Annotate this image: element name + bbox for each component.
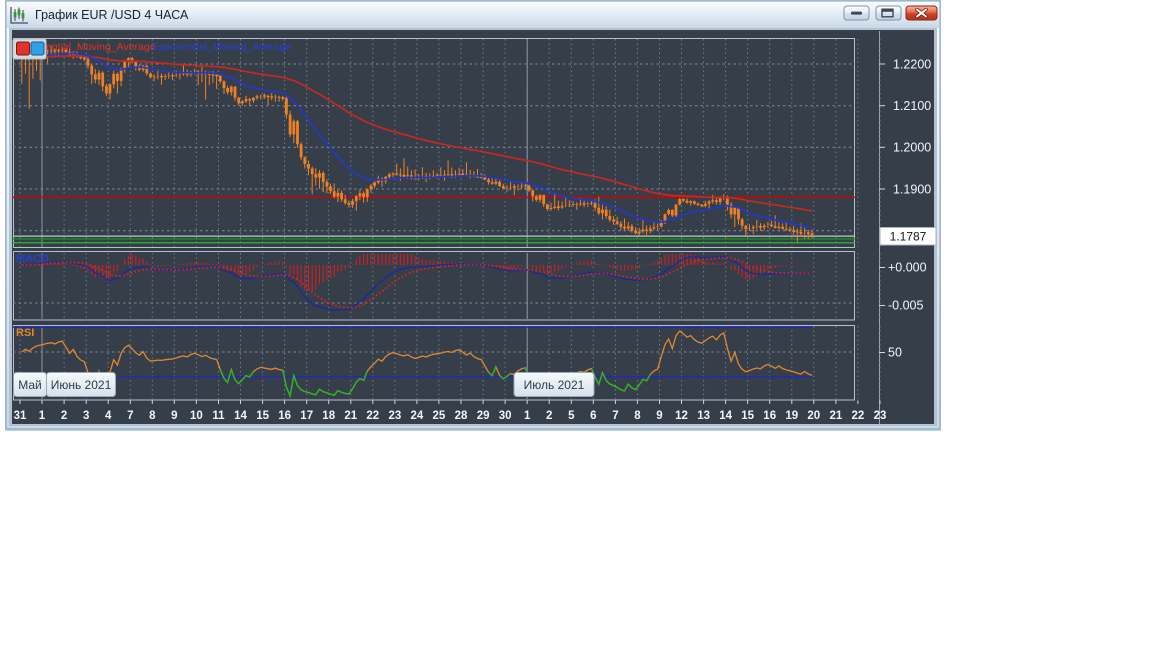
chart-background[interactable] — [12, 30, 934, 424]
time-axis-label: 19 — [785, 410, 798, 422]
time-axis-label: 16 — [278, 410, 291, 422]
rsi-axis-label: 50 — [888, 346, 902, 360]
app-window-canvas: График EUR /USD 4 ЧАСА 31 1 2 3 4 7 8 9 … — [5, 0, 941, 431]
month-marker-label: Май — [18, 378, 42, 392]
time-axis-label: 31 — [14, 410, 27, 422]
time-axis-label: 1 — [39, 410, 46, 422]
price-label: 1.2000 — [893, 141, 931, 155]
month-marker-label: Июнь 2021 — [51, 378, 112, 392]
price-label: 1.1900 — [893, 183, 931, 197]
time-axis-label: 30 — [499, 410, 512, 422]
time-axis-label: 7 — [127, 410, 133, 422]
time-axis-label: 2 — [61, 410, 67, 422]
time-axis-label: 13 — [697, 410, 710, 422]
time-axis-label: 12 — [675, 410, 688, 422]
time-axis-label: 16 — [763, 410, 776, 422]
time-axis-label: 25 — [433, 410, 446, 422]
time-axis-label: 5 — [568, 410, 575, 422]
time-axis-label: 21 — [344, 410, 357, 422]
month-marker-label: Июль 2021 — [524, 378, 585, 392]
time-axis-label: 24 — [411, 410, 424, 422]
macd-axis-label: -0.005 — [888, 299, 923, 313]
time-axis-label: 29 — [477, 410, 490, 422]
current-price-value: 1.1787 — [890, 230, 927, 244]
macd-axis-label: +0.000 — [888, 261, 927, 275]
desktop-background: График EUR /USD 4 ЧАСА 31 1 2 3 4 7 8 9 … — [0, 0, 1152, 648]
time-axis-label: 15 — [741, 410, 754, 422]
time-axis-label: 23 — [389, 410, 402, 422]
time-axis-label: 8 — [149, 410, 156, 422]
time-axis-label: 7 — [612, 410, 618, 422]
time-axis-label: 6 — [590, 410, 596, 422]
time-axis-label: 22 — [852, 410, 865, 422]
month-marker-july: Июль 2021 — [513, 372, 595, 397]
time-axis-label: 9 — [171, 410, 177, 422]
time-axis-label: 17 — [300, 410, 313, 422]
time-axis-label: 8 — [634, 410, 641, 422]
marker-chip-toolbar — [12, 38, 47, 60]
title-bar[interactable]: График EUR /USD 4 ЧАСА — [7, 2, 939, 28]
ema-blue-legend-label: Exponential_Moving_Average — [152, 41, 291, 53]
current-price-badge: 1.1787 — [879, 227, 937, 246]
price-label: 1.2200 — [893, 58, 931, 72]
month-marker-june: Июнь 2021 — [46, 372, 116, 397]
time-axis-label: 14 — [234, 410, 247, 422]
time-axis-label: 23 — [874, 410, 887, 422]
minimize-button[interactable] — [843, 5, 870, 21]
time-axis-label: 18 — [322, 410, 335, 422]
restore-button[interactable] — [875, 5, 902, 21]
time-axis-label: 11 — [212, 410, 225, 422]
time-axis-label: 20 — [807, 410, 820, 422]
price-label: 1.2100 — [893, 99, 931, 113]
ema-red-legend-label: ential_Moving_Average — [46, 41, 156, 53]
time-axis-label: 28 — [455, 410, 468, 422]
rsi-pane-label: RSI — [16, 327, 34, 339]
time-axis-label: 10 — [190, 410, 203, 422]
time-axis-label: 14 — [719, 410, 732, 422]
close-button[interactable] — [905, 5, 938, 21]
time-axis-label: 22 — [366, 410, 379, 422]
red-marker-button[interactable] — [16, 41, 30, 56]
time-axis-label: 3 — [83, 410, 89, 422]
time-axis-label: 2 — [546, 410, 552, 422]
time-axis-label: 9 — [656, 410, 662, 422]
time-axis-label: 1 — [524, 410, 531, 422]
time-axis-label: 21 — [830, 410, 843, 422]
macd-pane-label: MACD — [16, 253, 49, 265]
time-axis-label: 15 — [256, 410, 269, 422]
time-axis-label: 4 — [105, 410, 112, 422]
window-title: График EUR /USD 4 ЧАСА — [35, 8, 189, 22]
blue-marker-button[interactable] — [30, 41, 45, 56]
minimize-icon — [851, 11, 862, 15]
month-marker-may: Май — [13, 372, 47, 397]
